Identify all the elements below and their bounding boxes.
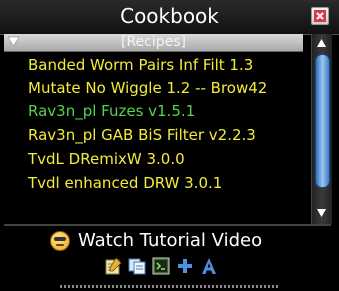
recipe-list: Banded Worm Pairs Inf Filt 1.3 Mutate No… xyxy=(4,52,303,224)
recipe-item[interactable]: Tvdl enhanced DRW 3.0.1 xyxy=(28,172,222,194)
window-title: Cookbook xyxy=(120,4,219,28)
list-scrollbar[interactable] xyxy=(311,34,332,224)
title-bar[interactable]: Cookbook xyxy=(0,0,339,35)
watch-tutorial-label: Watch Tutorial Video xyxy=(78,230,263,251)
close-button[interactable] xyxy=(311,7,329,25)
recipes-header-label: [Recipes] xyxy=(120,34,187,50)
edit-recipe-icon[interactable] xyxy=(104,257,122,275)
scroll-down-icon[interactable] xyxy=(316,208,327,218)
scroll-up-icon[interactable] xyxy=(316,38,327,48)
script-console-icon[interactable] xyxy=(152,257,170,275)
scroll-thumb[interactable] xyxy=(315,54,330,188)
copy-recipe-icon[interactable] xyxy=(128,257,146,275)
recipe-item[interactable]: Mutate No Wiggle 1.2 -- Brow42 xyxy=(28,77,267,99)
divider xyxy=(4,224,331,226)
font-icon[interactable] xyxy=(200,257,218,275)
recipe-item[interactable]: Banded Worm Pairs Inf Filt 1.3 xyxy=(28,54,253,76)
recipe-item[interactable]: TvdL DRemixW 3.0.0 xyxy=(28,148,185,170)
add-icon[interactable] xyxy=(176,257,194,275)
recipes-header[interactable]: [Recipes] xyxy=(4,34,303,52)
close-icon xyxy=(314,10,326,22)
recipe-item[interactable]: Rav3n_pl Fuzes v1.5.1 xyxy=(28,100,195,122)
cookbook-window: Cookbook [Recipes] Banded Worm Pairs Inf… xyxy=(0,0,339,291)
recipe-item[interactable]: Rav3n_pl GAB BiS Filter v2.2.3 xyxy=(28,124,256,146)
smiley-sunglasses-icon xyxy=(50,231,70,251)
resize-grip[interactable] xyxy=(60,285,279,288)
